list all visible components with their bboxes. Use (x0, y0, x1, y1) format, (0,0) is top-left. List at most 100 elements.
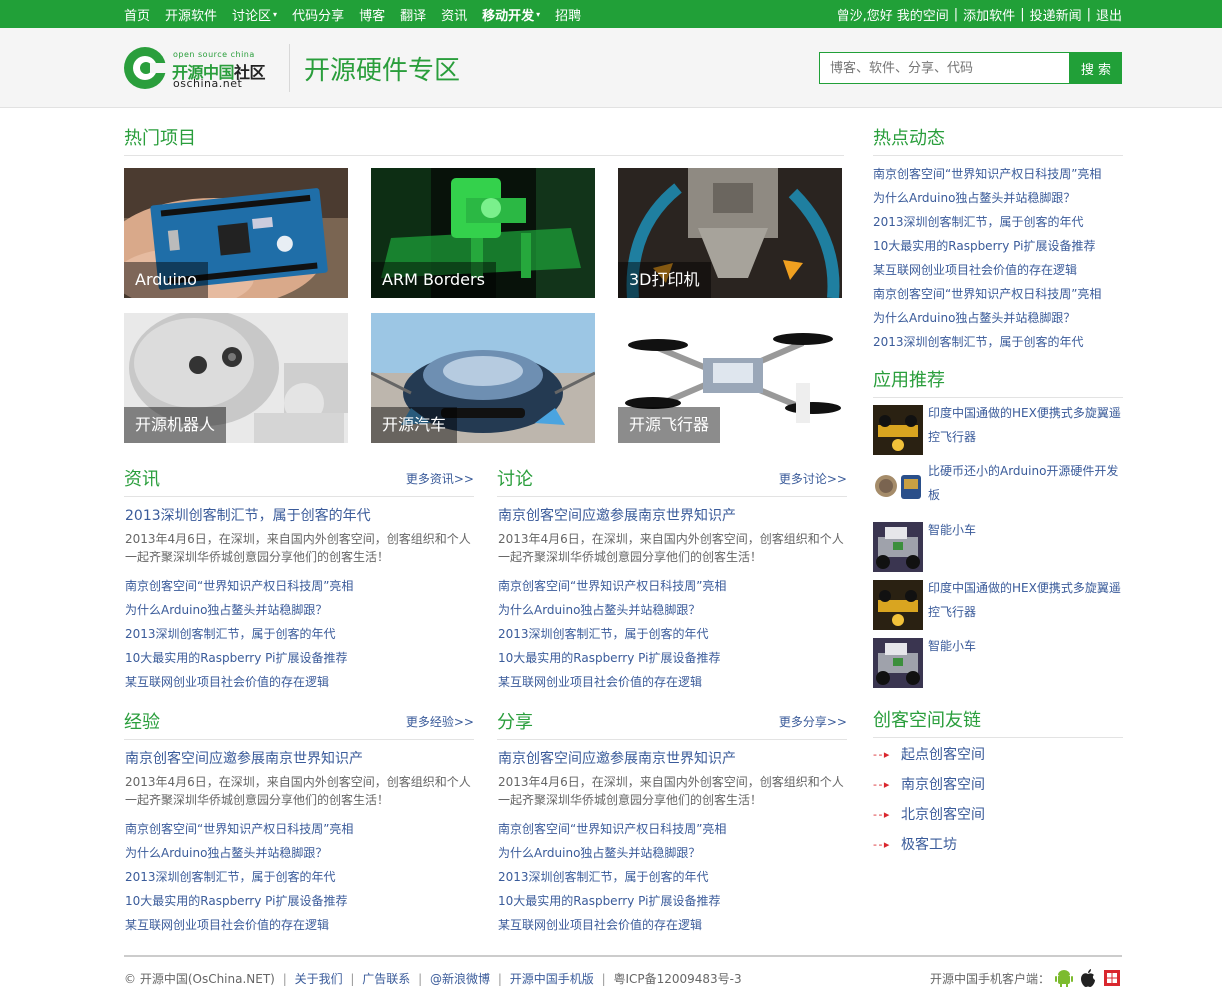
list-item[interactable]: 南京创客空间“世界知识产权日科技周”亮相 (125, 574, 471, 598)
list-item[interactable]: 南京创客空间“世界知识产权日科技周”亮相 (498, 817, 844, 841)
nav-code-share[interactable]: 代码分享 (292, 5, 344, 24)
nav-forum[interactable]: 讨论区 ▾ (232, 5, 277, 24)
more-experience-link[interactable]: 更多经验>> (406, 713, 474, 730)
app-item[interactable]: 印度中国通做的HEX便携式多旋翼遥控飞行器 (873, 405, 1123, 457)
maker-space-link[interactable]: 北京创客空间 (901, 804, 985, 824)
app-item[interactable]: 智能小车 (873, 522, 1123, 574)
hot-news-link[interactable]: 南京创客空间“世界知识产权日科技周”亮相 (873, 167, 1101, 181)
footer-mobile-link[interactable]: 开源中国手机版 (510, 972, 594, 986)
nav-open-source-software[interactable]: 开源软件 (165, 5, 217, 24)
list-item[interactable]: 2013深圳创客制汇节，属于创客的年代 (125, 622, 471, 646)
my-space-link[interactable]: 我的空间 (897, 5, 949, 24)
discuss-link[interactable]: 为什么Arduino独占鳌头并站稳脚跟？ (498, 603, 700, 617)
list-item[interactable]: 2013深圳创客制汇节，属于创客的年代 (125, 865, 471, 889)
list-item[interactable]: 为什么Arduino独占鳌头并站稳脚跟？ (873, 306, 1123, 330)
submit-news-link[interactable]: 投递新闻 (1030, 5, 1082, 24)
hot-news-link[interactable]: 10大最实用的Raspberry Pi扩展设备推荐 (873, 239, 1095, 253)
list-item[interactable]: 10大最实用的Raspberry Pi扩展设备推荐 (498, 889, 844, 913)
nav-jobs[interactable]: 招聘 (555, 5, 581, 24)
discuss-headline[interactable]: 南京创客空间应邀参展南京世界知识产 (498, 508, 736, 524)
project-card-arduino[interactable]: Arduino (124, 168, 348, 298)
project-card-arm-borders[interactable]: ARM Borders (371, 168, 595, 298)
list-item[interactable]: 某互联网创业项目社会价值的存在逻辑 (873, 258, 1123, 282)
hot-news-link[interactable]: 南京创客空间“世界知识产权日科技周”亮相 (873, 287, 1101, 301)
experience-link[interactable]: 南京创客空间“世界知识产权日科技周”亮相 (125, 822, 353, 836)
project-card-aircraft[interactable]: 开源飞行器 (618, 313, 842, 443)
hot-news-link[interactable]: 为什么Arduino独占鳌头并站稳脚跟？ (873, 311, 1075, 325)
project-card-3d-printer[interactable]: 3D打印机 (618, 168, 842, 298)
android-icon[interactable] (1054, 968, 1074, 988)
list-item[interactable]: 为什么Arduino独占鳌头并站稳脚跟？ (498, 598, 844, 622)
list-item[interactable]: 南京创客空间“世界知识产权日科技周”亮相 (873, 282, 1123, 306)
list-item[interactable]: 某互联网创业项目社会价值的存在逻辑 (498, 670, 844, 694)
experience-headline[interactable]: 南京创客空间应邀参展南京世界知识产 (125, 751, 363, 767)
news-link[interactable]: 2013深圳创客制汇节，属于创客的年代 (125, 627, 336, 641)
list-item[interactable]: 某互联网创业项目社会价值的存在逻辑 (125, 913, 471, 937)
list-item[interactable]: 10大最实用的Raspberry Pi扩展设备推荐 (125, 646, 471, 670)
experience-link[interactable]: 2013深圳创客制汇节，属于创客的年代 (125, 870, 336, 884)
add-software-link[interactable]: 添加软件 (963, 5, 1015, 24)
share-link[interactable]: 10大最实用的Raspberry Pi扩展设备推荐 (498, 894, 720, 908)
discuss-link[interactable]: 2013深圳创客制汇节，属于创客的年代 (498, 627, 709, 641)
news-link[interactable]: 某互联网创业项目社会价值的存在逻辑 (125, 675, 329, 689)
list-item[interactable]: 为什么Arduino独占鳌头并站稳脚跟？ (125, 841, 471, 865)
news-link[interactable]: 为什么Arduino独占鳌头并站稳脚跟？ (125, 603, 327, 617)
list-item[interactable]: 为什么Arduino独占鳌头并站稳脚跟？ (873, 186, 1123, 210)
list-item[interactable]: 2013深圳创客制汇节，属于创客的年代 (873, 210, 1123, 234)
share-link[interactable]: 南京创客空间“世界知识产权日科技周”亮相 (498, 822, 726, 836)
windows-icon[interactable] (1102, 968, 1122, 988)
list-item[interactable]: 2013深圳创客制汇节，属于创客的年代 (498, 865, 844, 889)
nav-news[interactable]: 资讯 (441, 5, 467, 24)
list-item[interactable]: 10大最实用的Raspberry Pi扩展设备推荐 (873, 234, 1123, 258)
nav-mobile-dev[interactable]: 移动开发 ▾ (482, 5, 540, 24)
hot-news-link[interactable]: 某互联网创业项目社会价值的存在逻辑 (873, 263, 1077, 277)
app-item[interactable]: 智能小车 (873, 638, 1123, 690)
list-item[interactable]: 10大最实用的Raspberry Pi扩展设备推荐 (125, 889, 471, 913)
list-item[interactable]: 某互联网创业项目社会价值的存在逻辑 (498, 913, 844, 937)
list-item[interactable]: 2013深圳创客制汇节，属于创客的年代 (498, 622, 844, 646)
maker-space-link[interactable]: 起点创客空间 (901, 744, 985, 764)
list-item[interactable]: 南京创客空间“世界知识产权日科技周”亮相 (498, 574, 844, 598)
hot-news-link[interactable]: 为什么Arduino独占鳌头并站稳脚跟？ (873, 191, 1075, 205)
oschina-logo[interactable]: open source china 开源中国社区 oschina.net (124, 45, 284, 91)
footer-ads-link[interactable]: 广告联系 (362, 972, 410, 986)
list-item[interactable]: 为什么Arduino独占鳌头并站稳脚跟？ (125, 598, 471, 622)
footer-weibo-link[interactable]: @新浪微博 (430, 972, 490, 986)
logout-link[interactable]: 退出 (1096, 5, 1122, 24)
nav-home[interactable]: 首页 (124, 5, 150, 24)
app-item[interactable]: 印度中国通做的HEX便携式多旋翼遥控飞行器 (873, 580, 1123, 632)
share-link[interactable]: 为什么Arduino独占鳌头并站稳脚跟？ (498, 846, 700, 860)
experience-link[interactable]: 为什么Arduino独占鳌头并站稳脚跟？ (125, 846, 327, 860)
list-item[interactable]: 南京创客空间“世界知识产权日科技周”亮相 (873, 162, 1123, 186)
news-link[interactable]: 10大最实用的Raspberry Pi扩展设备推荐 (125, 651, 347, 665)
list-item[interactable]: 为什么Arduino独占鳌头并站稳脚跟？ (498, 841, 844, 865)
nav-translate[interactable]: 翻译 (400, 5, 426, 24)
app-item[interactable]: 比硬币还小的Arduino开源硬件开发板 (873, 463, 1123, 515)
maker-space-link[interactable]: 南京创客空间 (901, 774, 985, 794)
experience-link[interactable]: 某互联网创业项目社会价值的存在逻辑 (125, 918, 329, 932)
news-link[interactable]: 南京创客空间“世界知识产权日科技周”亮相 (125, 579, 353, 593)
more-share-link[interactable]: 更多分享>> (779, 713, 847, 730)
share-headline[interactable]: 南京创客空间应邀参展南京世界知识产 (498, 751, 736, 767)
maker-space-link[interactable]: 极客工坊 (901, 834, 957, 854)
list-item[interactable]: 10大最实用的Raspberry Pi扩展设备推荐 (498, 646, 844, 670)
list-item[interactable]: 某互联网创业项目社会价值的存在逻辑 (125, 670, 471, 694)
news-headline[interactable]: 2013深圳创客制汇节，属于创客的年代 (125, 508, 371, 524)
hot-news-link[interactable]: 2013深圳创客制汇节，属于创客的年代 (873, 335, 1084, 349)
search-input[interactable] (819, 52, 1070, 84)
project-card-car[interactable]: 开源汽车 (371, 313, 595, 443)
experience-link[interactable]: 10大最实用的Raspberry Pi扩展设备推荐 (125, 894, 347, 908)
share-link[interactable]: 某互联网创业项目社会价值的存在逻辑 (498, 918, 702, 932)
nav-blog[interactable]: 博客 (359, 5, 385, 24)
hot-news-link[interactable]: 2013深圳创客制汇节，属于创客的年代 (873, 215, 1084, 229)
more-news-link[interactable]: 更多资讯>> (406, 470, 474, 487)
discuss-link[interactable]: 某互联网创业项目社会价值的存在逻辑 (498, 675, 702, 689)
footer-about-link[interactable]: 关于我们 (295, 972, 343, 986)
apple-icon[interactable] (1078, 968, 1098, 988)
list-item[interactable]: 南京创客空间“世界知识产权日科技周”亮相 (125, 817, 471, 841)
list-item[interactable]: 2013深圳创客制汇节，属于创客的年代 (873, 330, 1123, 354)
search-button[interactable]: 搜 索 (1070, 52, 1122, 84)
discuss-link[interactable]: 10大最实用的Raspberry Pi扩展设备推荐 (498, 651, 720, 665)
share-link[interactable]: 2013深圳创客制汇节，属于创客的年代 (498, 870, 709, 884)
more-discuss-link[interactable]: 更多讨论>> (779, 470, 847, 487)
